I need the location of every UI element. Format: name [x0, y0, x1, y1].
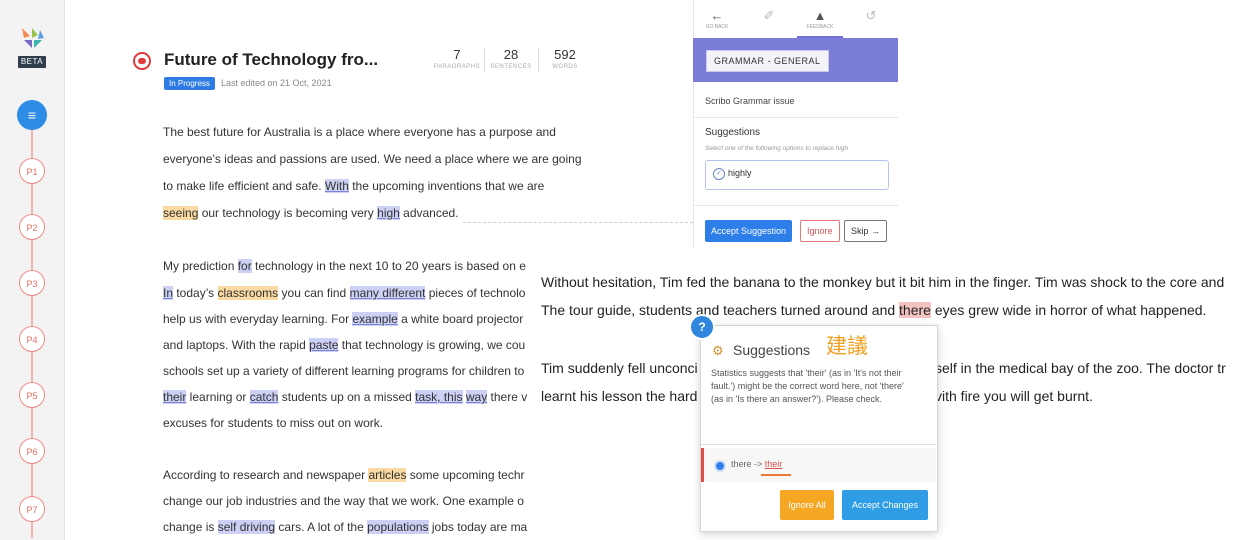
popup-annotation: 建議: [826, 335, 868, 358]
history-icon: ↺: [865, 8, 877, 23]
essay-line: and laptops. With the rapid paste that t…: [163, 338, 526, 352]
feedback-bubble-icon: [133, 52, 151, 70]
accept-suggestion-button[interactable]: Accept Suggestion: [705, 220, 793, 242]
highlight-word[interactable]: populations: [367, 520, 429, 534]
highlight-word[interactable]: catch: [249, 390, 279, 404]
suggestions-heading: Suggestions: [705, 127, 761, 138]
essay-line: excuses for students to miss out on work…: [163, 416, 384, 430]
essay-line: to make life efficient and safe. With th…: [163, 179, 545, 193]
stat-sentences: 28 SENTENCES: [486, 47, 536, 70]
paragraph-node-p6[interactable]: P6: [19, 438, 45, 464]
stat-label: WORDS: [552, 64, 578, 70]
highlight-word[interactable]: classrooms: [217, 286, 279, 300]
highlight-word[interactable]: self driving: [217, 520, 276, 534]
highlight-word[interactable]: paste: [309, 338, 339, 352]
paragraph-node-p4[interactable]: P4: [19, 326, 45, 352]
last-edited: Last edited on 21 Oct, 2021: [221, 78, 332, 88]
divider: [693, 117, 898, 118]
tab-attachments[interactable]: ✐: [746, 8, 792, 24]
tab-history[interactable]: ↺: [848, 8, 894, 24]
tab-go-back[interactable]: ← GO BACK: [694, 8, 740, 30]
stat-value: 592: [554, 47, 576, 62]
ignore-all-button[interactable]: Ignore All: [780, 490, 834, 520]
tab-feedback[interactable]: ▲ FEEDBACK: [797, 8, 843, 30]
highlight-word[interactable]: many different: [349, 286, 426, 300]
stat-label: SENTENCES: [490, 64, 532, 70]
paragraph-node-p2[interactable]: P2: [19, 214, 45, 240]
divider: [538, 48, 539, 72]
replacement-text: there -> their: [731, 459, 783, 469]
arrow-left-icon: ←: [710, 8, 724, 23]
paragraph-node-p3[interactable]: P3: [19, 270, 45, 296]
connector-line: [463, 222, 693, 223]
beta-badge: BETA: [18, 56, 46, 68]
divider: [693, 205, 898, 206]
divider: [484, 48, 485, 72]
essay-line: change is self driving cars. A lot of th…: [163, 520, 528, 534]
paragraph-node-p1[interactable]: P1: [19, 158, 45, 184]
document-title: Future of Technology fro...: [164, 50, 379, 69]
essay-line: change our job industries and the way th…: [163, 494, 524, 508]
error-marker: [701, 448, 704, 482]
editor-line: The tour guide, students and teachers tu…: [541, 302, 1207, 318]
essay-line: help us with everyday learning. For exam…: [163, 312, 524, 326]
divider: [701, 444, 936, 445]
highlight-word[interactable]: for: [237, 259, 252, 273]
editor-line: self in the medical bay of the zoo. The …: [935, 360, 1226, 376]
essay-line: schools set up a variety of different le…: [163, 364, 525, 378]
menu-icon[interactable]: ≡: [17, 100, 47, 130]
essay-line: everyone’s ideas and passions are used. …: [163, 152, 582, 166]
error-highlight[interactable]: there: [899, 302, 931, 318]
highlight-word-selected[interactable]: high: [377, 206, 400, 220]
editor-line: Tim suddenly fell unconci: [541, 360, 698, 376]
annotation-underline: [761, 474, 791, 476]
category-tag: GRAMMAR - GENERAL: [706, 50, 829, 72]
ignore-button[interactable]: Ignore: [800, 220, 840, 242]
editor-line: Without hesitation, Tim fed the banana t…: [541, 274, 1225, 290]
editor-line: learnt his lesson the hard: [541, 388, 698, 404]
skip-button[interactable]: Skip →: [844, 220, 888, 242]
highlight-word[interactable]: example: [352, 312, 398, 326]
suggestions-hint: Select one of the following options to r…: [705, 145, 849, 152]
highlight-word[interactable]: task, this: [415, 390, 463, 404]
editor-line: vith fire you will get burnt.: [935, 388, 1093, 404]
highlight-word[interactable]: With: [324, 179, 349, 193]
radio-selected[interactable]: [714, 460, 726, 472]
stat-label: PARAGRAPHS: [433, 64, 481, 70]
highlight-word[interactable]: their: [163, 390, 187, 404]
stat-value: 28: [503, 47, 519, 62]
bell-icon: ▲: [813, 8, 827, 23]
status-badge: In Progress: [164, 77, 215, 90]
logo-icon: [22, 28, 44, 48]
check-icon: ✓: [713, 168, 725, 180]
highlight-word[interactable]: way: [465, 390, 488, 404]
issue-label: Scribo Grammar issue: [705, 96, 795, 106]
stat-value: 7: [453, 47, 461, 62]
essay-line: The best future for Australia is a place…: [163, 125, 556, 139]
stat-words: 592 WORDS: [540, 47, 590, 70]
essay-line: According to research and newspaper arti…: [163, 468, 525, 482]
accept-changes-button[interactable]: Accept Changes: [842, 490, 928, 520]
highlight-word[interactable]: articles: [368, 468, 407, 482]
paperclip-icon: ✐: [763, 8, 775, 23]
highlight-word[interactable]: In: [163, 286, 174, 300]
essay-line: My prediction for technology in the next…: [163, 259, 526, 273]
essay-line: In today’s classrooms you can find many …: [163, 286, 526, 300]
essay-line: their learning or catch students up on a…: [163, 390, 528, 404]
popup-message: Statistics suggests that 'their' (as in …: [711, 368, 904, 404]
popup-title: Suggestions: [733, 342, 811, 358]
stat-paragraphs: 7 PARAGRAPHS: [432, 47, 482, 70]
highlight-word[interactable]: seeing: [163, 206, 199, 220]
essay-line: seeing our technology is becoming very h…: [163, 206, 459, 220]
paragraph-node-p5[interactable]: P5: [19, 382, 45, 408]
suggestion-option-text: highly: [728, 168, 752, 178]
robot-icon: ⚙: [712, 343, 724, 358]
paragraph-node-p7[interactable]: P7: [19, 496, 45, 522]
help-icon[interactable]: ?: [689, 314, 715, 340]
